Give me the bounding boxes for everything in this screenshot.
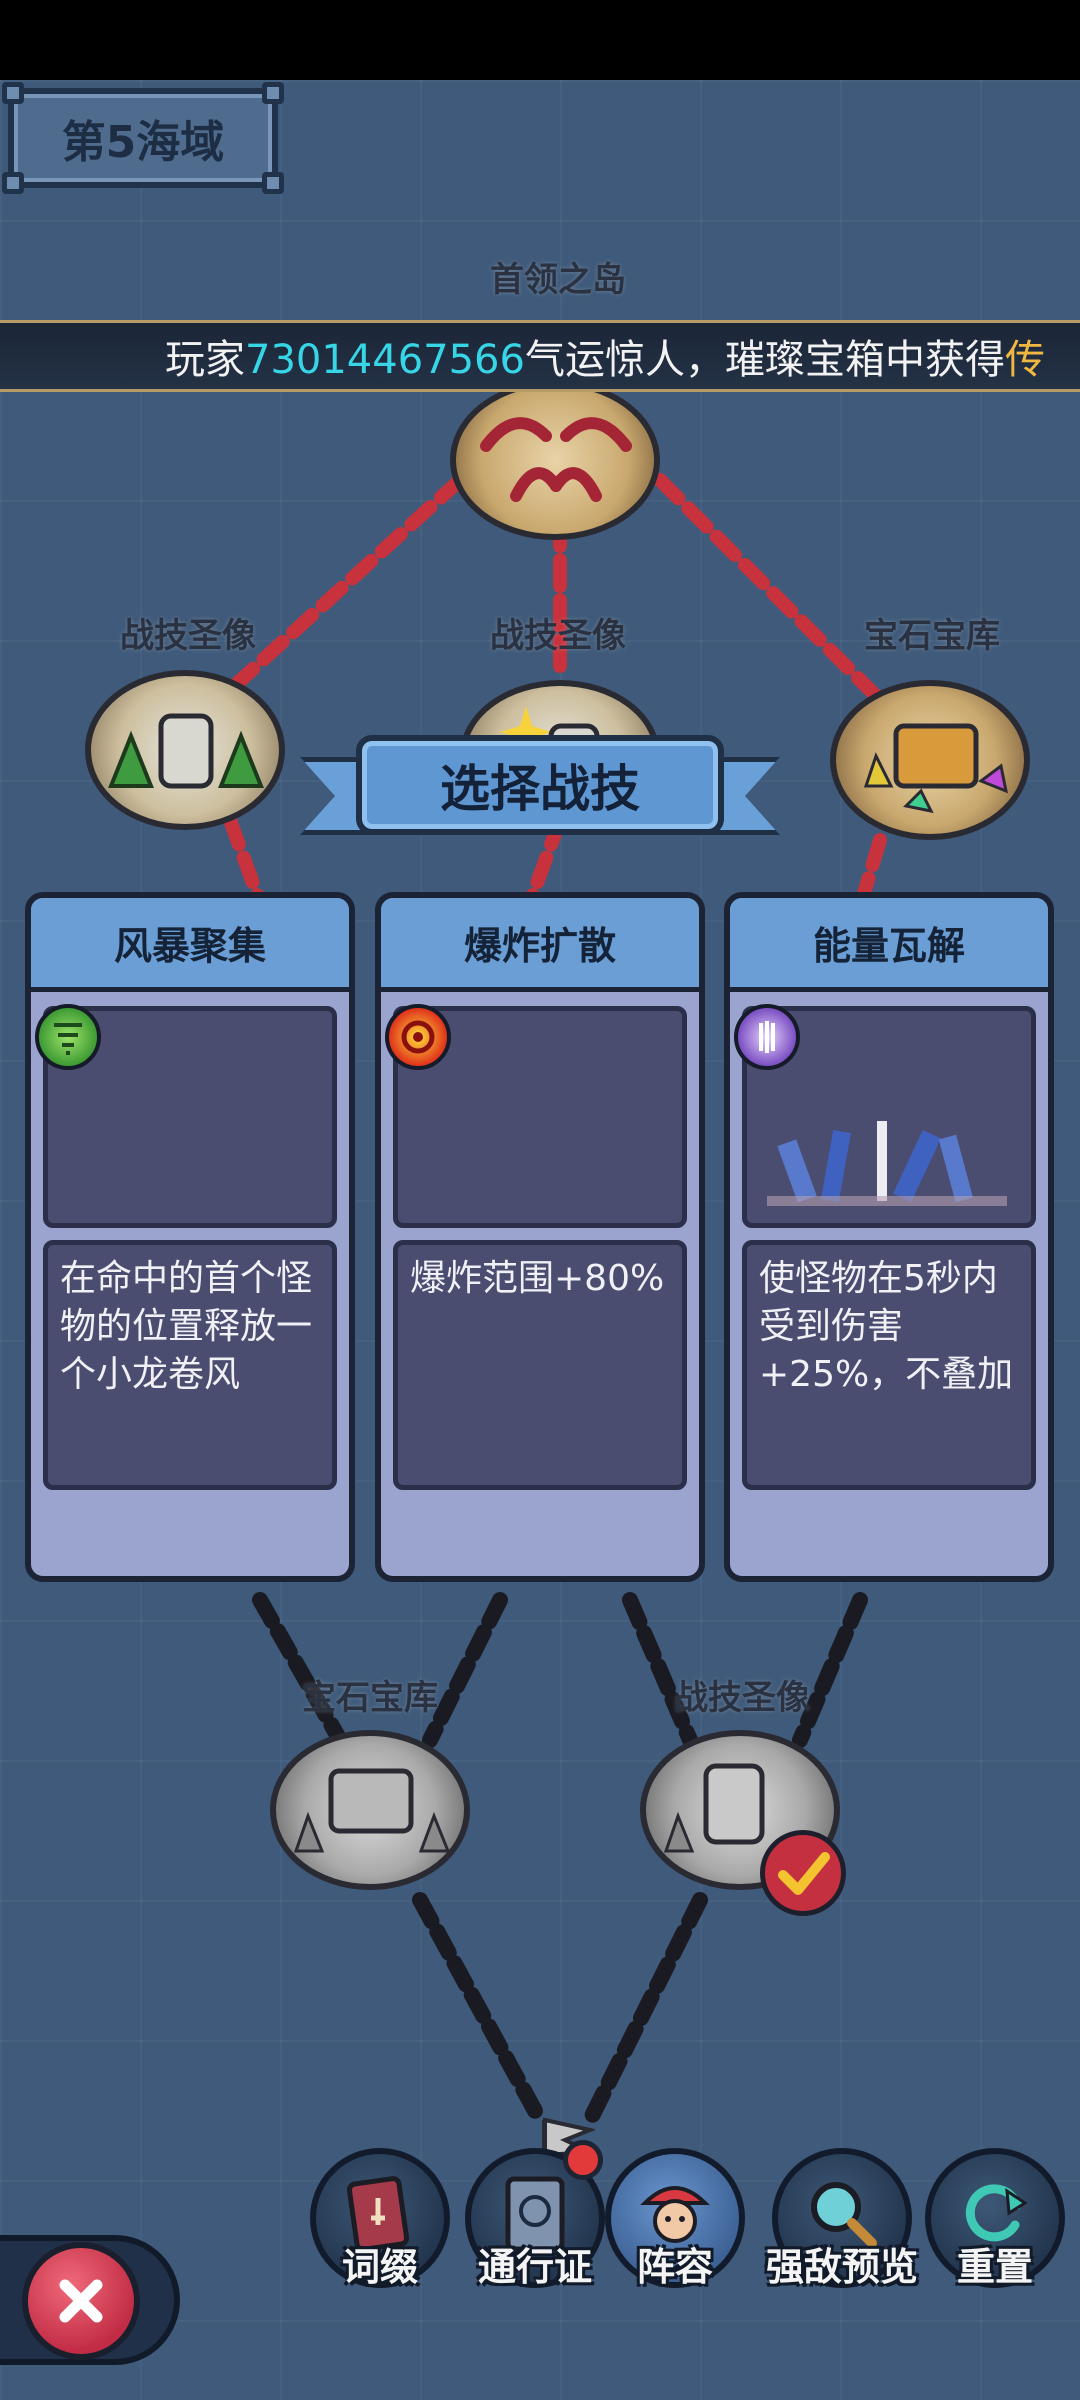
statue-island-left[interactable] [85, 670, 285, 830]
toolbar-label-affix: 词缀 [341, 2245, 419, 2289]
boss-island[interactable] [450, 380, 660, 540]
skill-card-explosion[interactable]: 爆炸扩散 爆炸范围+80% [375, 892, 705, 1582]
skill-name: 风暴聚集 [113, 924, 266, 968]
skill-card-header: 能量瓦解 [730, 898, 1048, 992]
toolbar-label-reset: 重置 [956, 2245, 1034, 2289]
banner-plate: 选择战技 [356, 735, 724, 835]
gem-vault-island-right[interactable] [830, 680, 1030, 840]
tornado-icon [35, 1004, 101, 1070]
select-skill-banner: 选择战技 [300, 735, 780, 845]
dialog-title: 选择战技 [440, 760, 640, 818]
sea-area-badge: 第5海域 [2, 82, 284, 194]
island-label-gem-vault-right: 宝石宝库 [864, 616, 1000, 656]
island-label-gem-vault-lower: 宝石宝库 [302, 1678, 438, 1718]
toolbar-label-lineup: 阵容 [636, 2245, 714, 2289]
announcement-ticker: 玩家73014467566气运惊人，璀璨宝箱中获得传 [0, 320, 1080, 392]
toolbar-label-pass: 通行证 [477, 2245, 593, 2289]
treasure-chest-icon [863, 723, 1009, 814]
skill-card-energy[interactable]: 能量瓦解 使怪物在5秒内受到伤害+25%，不叠加 [724, 892, 1054, 1582]
skill-card-storm[interactable]: 风暴聚集 在命中的首个怪物的位置释放一个小龙卷风 [25, 892, 355, 1582]
skill-name: 能量瓦解 [812, 924, 965, 968]
island-label-statue-left: 战技圣像 [120, 616, 256, 656]
ticker-text: 气运惊人，璀璨宝箱中获得 [524, 337, 1005, 383]
explosion-icon [385, 1004, 451, 1070]
notification-badge [563, 2140, 603, 2180]
island-label-statue-lower: 战技圣像 [674, 1678, 810, 1718]
energy-icon [734, 1004, 800, 1070]
gem-vault-island-lower[interactable] [270, 1730, 470, 1890]
island-label-boss: 首领之岛 [490, 260, 626, 300]
island-label-statue-center: 战技圣像 [490, 616, 626, 656]
tentacle-icon [480, 417, 632, 502]
skill-description: 爆炸范围+80% [393, 1240, 687, 1490]
treasure-chest-icon [293, 1768, 451, 1853]
completed-check-icon [760, 1830, 846, 1916]
skill-card-header: 爆炸扩散 [381, 898, 699, 992]
toolbar-label-enemy-preview: 强敌预览 [765, 2245, 919, 2289]
close-icon [59, 2279, 103, 2323]
close-button[interactable] [22, 2242, 140, 2360]
ticker-prefix: 玩家 [165, 337, 245, 383]
ticker-player-id: 73014467566 [245, 337, 525, 383]
statue-icon [108, 713, 264, 789]
skill-description: 使怪物在5秒内受到伤害+25%，不叠加 [742, 1240, 1036, 1490]
skill-card-header: 风暴聚集 [31, 898, 349, 992]
ticker-tail: 传 [1004, 337, 1045, 383]
map-stage: 第5海域 首领之岛 战技圣像 战技圣像 宝石宝库 宝石宝库 战技圣像 玩家730… [0, 80, 1080, 2400]
sea-area-label: 第5海域 [61, 117, 225, 168]
skill-name: 爆炸扩散 [463, 924, 616, 968]
skill-description: 在命中的首个怪物的位置释放一个小龙卷风 [43, 1240, 337, 1490]
ticker-message: 玩家73014467566气运惊人，璀璨宝箱中获得传 [165, 327, 1045, 385]
